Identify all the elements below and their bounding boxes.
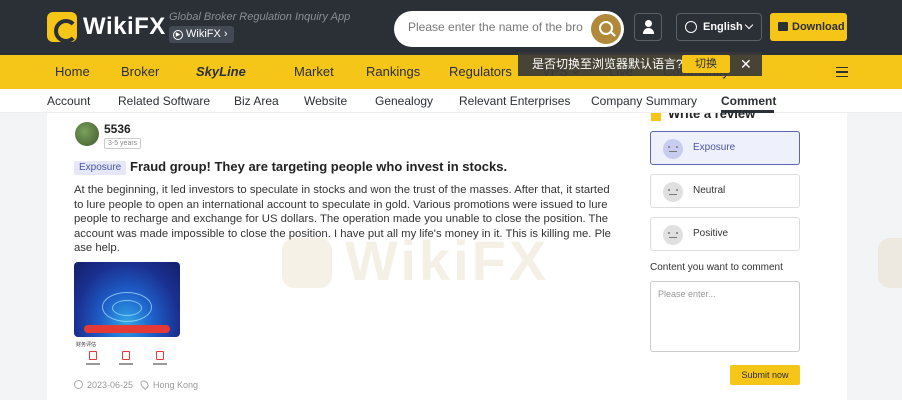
top-header: WikiFX Global Broker Regulation Inquiry …	[0, 0, 902, 55]
happy-face-icon	[663, 225, 683, 245]
review-option-exposure[interactable]: Exposure	[650, 131, 800, 165]
image-caption: 财务评估	[76, 342, 97, 348]
hamburger-menu-icon[interactable]	[836, 67, 848, 77]
chevron-down-icon	[744, 20, 754, 30]
post-image[interactable]	[74, 262, 180, 337]
document-icon	[156, 351, 164, 360]
nav-market[interactable]: Market	[294, 55, 334, 89]
image-label-line	[119, 363, 133, 365]
tab-genealogy[interactable]: Genealogy	[375, 89, 433, 113]
clock-icon	[74, 380, 83, 389]
sub-tabs: Account Related Software Biz Area Websit…	[0, 89, 902, 113]
nav-broker[interactable]: Broker	[121, 55, 159, 89]
option-label: Positive	[693, 228, 729, 239]
tab-biz-area[interactable]: Biz Area	[234, 89, 279, 113]
option-label: Exposure	[693, 142, 736, 153]
review-title-marker	[651, 113, 661, 121]
years-badge: 3-5 years	[104, 138, 142, 149]
app-pill-label: WikiFX	[186, 28, 221, 40]
logo-text[interactable]: WikiFX	[83, 13, 166, 41]
username[interactable]: 5536	[104, 122, 131, 136]
chevron-right-icon: ›	[223, 28, 228, 40]
neutral-face-icon	[663, 182, 683, 202]
post-title[interactable]: Fraud group! They are targeting people w…	[130, 159, 507, 174]
tab-relevant-enterprises[interactable]: Relevant Enterprises	[459, 89, 570, 113]
document-icon	[122, 351, 130, 360]
tab-account[interactable]: Account	[47, 89, 90, 113]
post-body: At the beginning, it led investors to sp…	[74, 184, 611, 254]
submit-button[interactable]: Submit now	[730, 365, 800, 385]
tab-related-software[interactable]: Related Software	[118, 89, 210, 113]
comment-textarea[interactable]	[650, 281, 800, 352]
watermark-logo-icon	[878, 238, 902, 288]
review-option-positive[interactable]: Positive	[650, 217, 800, 251]
language-label: English	[703, 21, 743, 33]
search-bar	[394, 11, 624, 47]
globe-icon	[685, 21, 697, 33]
post-date: 2023-06-25	[87, 380, 134, 390]
image-label-line	[153, 363, 167, 365]
avatar[interactable]	[75, 122, 99, 146]
close-icon[interactable]: ✕	[740, 52, 752, 76]
download-label: Download	[792, 21, 845, 33]
nav-rankings[interactable]: Rankings	[366, 55, 420, 89]
switch-language-button[interactable]: 切换	[682, 55, 730, 73]
tagline: Global Broker Regulation Inquiry App	[169, 11, 351, 23]
tab-company-summary[interactable]: Company Summary	[591, 89, 697, 113]
nav-regulators[interactable]: Regulators	[449, 55, 512, 89]
sad-face-icon	[663, 139, 683, 159]
banner-text: 是否切换至浏览器默认语言?	[532, 57, 683, 71]
post-location: Hong Kong	[153, 380, 199, 390]
option-label: Neutral	[693, 185, 726, 196]
image-red-bar	[84, 325, 170, 333]
play-icon: ▶	[173, 29, 183, 40]
tab-website[interactable]: Website	[304, 89, 347, 113]
image-ring	[112, 300, 142, 316]
review-option-neutral[interactable]: Neutral	[650, 174, 800, 208]
nav-skyline[interactable]: SkyLine	[196, 55, 246, 89]
exposure-tag: Exposure	[74, 161, 127, 175]
wikifx-logo-icon[interactable]	[47, 12, 78, 43]
main-nav: Home Broker SkyLine Market Rankings Regu…	[0, 55, 902, 89]
language-switch-banner: 是否切换至浏览器默认语言? 切换 ✕	[518, 52, 762, 76]
search-icon[interactable]	[591, 14, 621, 44]
app-pill-button[interactable]: ▶ WikiFX ›	[169, 26, 234, 43]
nav-home[interactable]: Home	[55, 55, 90, 89]
document-icon	[89, 351, 97, 360]
download-button[interactable]: Download	[770, 13, 847, 41]
user-icon[interactable]	[634, 13, 662, 41]
comment-label: Content you want to comment	[650, 262, 783, 273]
download-icon	[778, 22, 788, 31]
language-selector[interactable]: English	[676, 13, 762, 41]
image-label-line	[86, 363, 100, 365]
post-image-footer: 财务评估	[74, 337, 180, 373]
search-input[interactable]	[408, 20, 583, 34]
